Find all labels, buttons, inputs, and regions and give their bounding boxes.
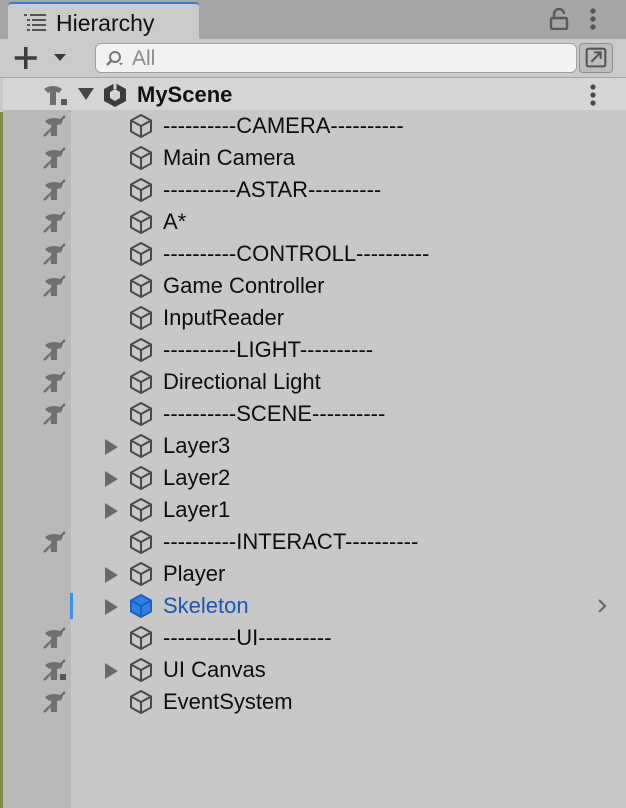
gameobject-cube-icon (128, 145, 154, 171)
scene-search-button[interactable] (579, 43, 613, 73)
hierarchy-item-label: EventSystem (163, 689, 293, 714)
lock-icon[interactable] (549, 8, 569, 30)
gameobject-cube-icon (128, 561, 154, 587)
gameobject-cube-icon (128, 593, 154, 619)
scene-foldout-arrow[interactable] (78, 88, 94, 100)
visibility-hidden-icon[interactable] (41, 370, 69, 394)
hierarchy-item[interactable]: Skeleton (3, 590, 626, 622)
hierarchy-item[interactable]: A* (3, 206, 626, 238)
hierarchy-item[interactable]: Directional Light (3, 366, 626, 398)
hierarchy-item[interactable]: Game Controller (3, 270, 626, 302)
hierarchy-item-label: ----------INTERACT---------- (163, 529, 419, 554)
hierarchy-item-label: InputReader (163, 305, 285, 330)
tab-hierarchy[interactable]: Hierarchy (8, 2, 199, 39)
gameobject-cube-icon (128, 241, 154, 267)
visibility-hidden-icon[interactable] (41, 658, 69, 682)
hierarchy-rows: ----------CAMERA---------- Main Camera ---… (3, 110, 626, 718)
gameobject-cube-icon (128, 529, 154, 555)
hierarchy-item[interactable]: ----------SCENE---------- (3, 398, 626, 430)
expand-arrow-icon[interactable] (105, 599, 118, 615)
chevron-right-icon[interactable] (596, 598, 608, 614)
gameobject-cube-icon (128, 177, 154, 203)
scene-menu-icon[interactable] (588, 83, 598, 107)
tab-title: Hierarchy (56, 10, 155, 36)
hierarchy-item[interactable]: UI Canvas (3, 654, 626, 686)
gameobject-cube-icon (128, 273, 154, 299)
visibility-hidden-icon[interactable] (41, 242, 69, 266)
hierarchy-item-label: ----------UI---------- (163, 625, 332, 650)
tab-bar: Hierarchy (0, 0, 626, 39)
gameobject-cube-icon (128, 657, 154, 683)
visibility-hidden-icon[interactable] (41, 114, 69, 138)
gameobject-cube-icon (128, 337, 154, 363)
toolbar (0, 39, 626, 78)
gameobject-cube-icon (128, 401, 154, 427)
scene-visibility-icon[interactable] (41, 83, 69, 107)
kebab-menu-icon[interactable] (588, 7, 598, 31)
hierarchy-item[interactable]: Player (3, 558, 626, 590)
hierarchy-item-label: Main Camera (163, 145, 296, 170)
hierarchy-item-label: Layer2 (163, 465, 231, 490)
expand-arrow-icon[interactable] (105, 503, 118, 519)
expand-arrow-icon[interactable] (105, 439, 118, 455)
visibility-hidden-icon[interactable] (41, 402, 69, 426)
search-icon (106, 51, 123, 66)
gameobject-cube-icon (128, 209, 154, 235)
gameobject-cube-icon (128, 465, 154, 491)
visibility-hidden-icon[interactable] (41, 626, 69, 650)
hierarchy-item-label: Player (163, 561, 226, 586)
hierarchy-item-label: Layer1 (163, 497, 231, 522)
hierarchy-item[interactable]: ----------INTERACT---------- (3, 526, 626, 558)
gameobject-cube-icon (128, 113, 154, 139)
gameobject-cube-icon (128, 433, 154, 459)
gameobject-cube-icon (128, 689, 154, 715)
visibility-hidden-icon[interactable] (41, 146, 69, 170)
gameobject-cube-icon (128, 497, 154, 523)
hierarchy-item-label: A* (163, 209, 187, 234)
hierarchy-item[interactable]: Layer2 (3, 462, 626, 494)
hierarchy-item-label: ----------SCENE---------- (163, 401, 386, 426)
list-icon (24, 14, 46, 31)
hierarchy-item[interactable]: ----------UI---------- (3, 622, 626, 654)
hierarchy-item-label: ----------ASTAR---------- (163, 177, 382, 202)
visibility-hidden-icon[interactable] (41, 274, 69, 298)
hierarchy-item[interactable]: Main Camera (3, 142, 626, 174)
hierarchy-item[interactable]: ----------CONTROLL---------- (3, 238, 626, 270)
hierarchy-item-label: ----------CAMERA---------- (163, 113, 404, 138)
hierarchy-item[interactable]: ----------CAMERA---------- (3, 110, 626, 142)
unity-scene-icon (104, 83, 126, 107)
search-field[interactable] (95, 43, 577, 73)
selection-indicator (70, 593, 73, 619)
visibility-hidden-icon[interactable] (41, 178, 69, 202)
expand-arrow-icon[interactable] (105, 663, 118, 679)
expand-arrow-icon[interactable] (105, 471, 118, 487)
hierarchy-item-label: ----------CONTROLL---------- (163, 241, 430, 266)
hierarchy-item[interactable]: Layer3 (3, 430, 626, 462)
hierarchy-item-label: Layer3 (163, 433, 231, 458)
hierarchy-item-label: Game Controller (163, 273, 325, 298)
visibility-hidden-icon[interactable] (41, 530, 69, 554)
hierarchy-item[interactable]: EventSystem (3, 686, 626, 718)
visibility-hidden-icon[interactable] (41, 338, 69, 362)
gameobject-cube-icon (128, 625, 154, 651)
hierarchy-item[interactable]: InputReader (3, 302, 626, 334)
hierarchy-item-label: Skeleton (163, 593, 249, 618)
expand-arrow-icon[interactable] (105, 567, 118, 583)
visibility-hidden-icon[interactable] (41, 690, 69, 714)
create-dropdown-button[interactable] (12, 42, 74, 74)
hierarchy-item[interactable]: ----------ASTAR---------- (3, 174, 626, 206)
hierarchy-item-label: Directional Light (163, 369, 321, 394)
gameobject-cube-icon (128, 305, 154, 331)
hierarchy-item-label: UI Canvas (163, 657, 266, 682)
scene-header[interactable]: MyScene (3, 78, 626, 110)
visibility-hidden-icon[interactable] (41, 210, 69, 234)
hierarchy-item[interactable]: ----------LIGHT---------- (3, 334, 626, 366)
scene-name: MyScene (137, 82, 233, 107)
hierarchy-item-label: ----------LIGHT---------- (163, 337, 374, 362)
gameobject-cube-icon (128, 369, 154, 395)
window-link-icon (585, 47, 607, 68)
hierarchy-panel: MyScene ----------CAMERA---------- Main C… (3, 78, 626, 808)
search-input[interactable] (130, 46, 564, 72)
hierarchy-item[interactable]: Layer1 (3, 494, 626, 526)
